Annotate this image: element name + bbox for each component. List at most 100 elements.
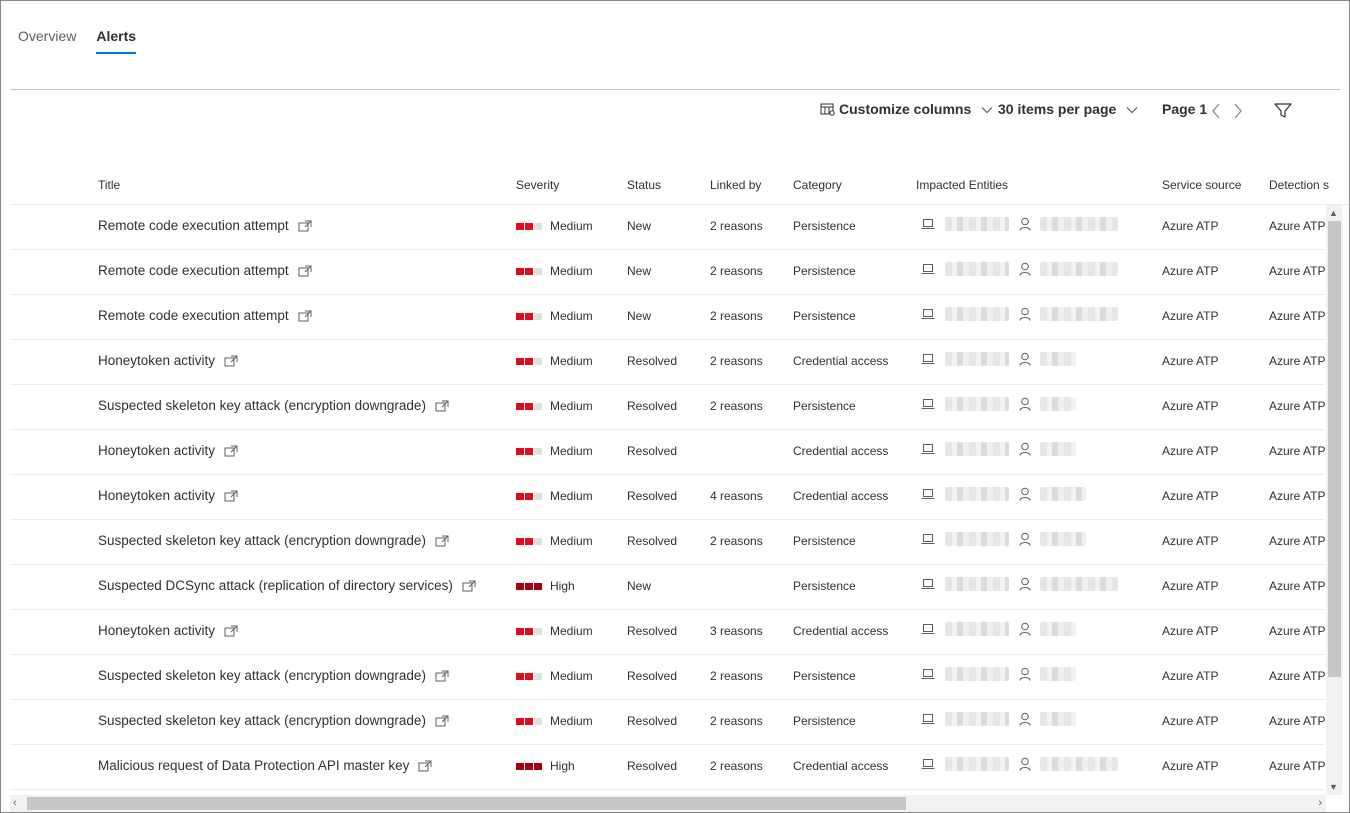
open-in-new-icon[interactable]: [298, 265, 312, 277]
open-in-new-icon[interactable]: [224, 445, 238, 457]
scroll-right-arrow-icon[interactable]: ›: [1318, 797, 1322, 809]
alert-title-cell[interactable]: Suspected skeleton key attack (encryptio…: [98, 398, 449, 413]
device-name-redacted[interactable]: [945, 667, 1009, 681]
table-row[interactable]: Honeytoken activity Medium Resolved 4 reaso…: [10, 475, 1325, 520]
alert-title-cell[interactable]: Malicious request of Data Protection API…: [98, 758, 432, 773]
horizontal-scroll-thumb[interactable]: [27, 797, 906, 810]
device-name-redacted[interactable]: [945, 352, 1009, 366]
device-name-redacted[interactable]: [945, 307, 1009, 321]
table-row[interactable]: Honeytoken activity Medium Resolved Credent…: [10, 430, 1325, 475]
table-row[interactable]: Remote code execution attempt Medium New 2 …: [10, 295, 1325, 340]
alert-title-link[interactable]: Honeytoken activity: [98, 443, 215, 458]
alert-title-cell[interactable]: Honeytoken activity: [98, 488, 238, 503]
next-page-button[interactable]: [1233, 103, 1243, 119]
table-row[interactable]: Remote code execution attempt Medium New 2 …: [10, 205, 1325, 250]
scroll-left-arrow-icon[interactable]: ‹: [13, 797, 17, 809]
alert-title-link[interactable]: Suspected DCSync attack (replication of …: [98, 578, 453, 593]
user-name-redacted[interactable]: [1040, 307, 1118, 321]
column-header-impacted-entities[interactable]: Impacted Entities: [916, 178, 1008, 192]
user-name-redacted[interactable]: [1040, 757, 1118, 771]
linked-by-cell[interactable]: 2 reasons: [710, 534, 763, 548]
open-in-new-icon[interactable]: [224, 625, 238, 637]
previous-page-button[interactable]: [1211, 103, 1221, 119]
alert-title-cell[interactable]: Remote code execution attempt: [98, 308, 312, 323]
linked-by-cell[interactable]: 2 reasons: [710, 759, 763, 773]
table-row[interactable]: Suspected skeleton key attack (encryptio…: [10, 520, 1325, 565]
scroll-up-arrow-icon[interactable]: ▲: [1329, 208, 1338, 218]
alert-title-link[interactable]: Suspected skeleton key attack (encryptio…: [98, 398, 426, 413]
open-in-new-icon[interactable]: [435, 535, 449, 547]
linked-by-cell[interactable]: 2 reasons: [710, 354, 763, 368]
alert-title-cell[interactable]: Honeytoken activity: [98, 353, 238, 368]
table-row[interactable]: Suspected skeleton key attack (encryptio…: [10, 385, 1325, 430]
open-in-new-icon[interactable]: [435, 715, 449, 727]
alert-title-link[interactable]: Suspected skeleton key attack (encryptio…: [98, 668, 426, 683]
open-in-new-icon[interactable]: [418, 760, 432, 772]
user-name-redacted[interactable]: [1040, 262, 1118, 276]
alert-title-cell[interactable]: Remote code execution attempt: [98, 218, 312, 233]
alert-title-link[interactable]: Honeytoken activity: [98, 488, 215, 503]
device-name-redacted[interactable]: [945, 712, 1009, 726]
open-in-new-icon[interactable]: [435, 670, 449, 682]
open-in-new-icon[interactable]: [435, 400, 449, 412]
user-name-redacted[interactable]: [1040, 667, 1076, 681]
column-header-severity[interactable]: Severity: [516, 178, 559, 192]
table-row[interactable]: Honeytoken activity Medium Resolved 2 reaso…: [10, 340, 1325, 385]
alert-title-link[interactable]: Honeytoken activity: [98, 623, 215, 638]
user-name-redacted[interactable]: [1040, 712, 1076, 726]
alert-title-cell[interactable]: Suspected skeleton key attack (encryptio…: [98, 533, 449, 548]
device-name-redacted[interactable]: [945, 622, 1009, 636]
tab-alerts[interactable]: Alerts: [96, 28, 136, 54]
alert-title-link[interactable]: Malicious request of Data Protection API…: [98, 758, 409, 773]
horizontal-scrollbar[interactable]: ‹ ›: [10, 795, 1326, 812]
alert-title-cell[interactable]: Suspected skeleton key attack (encryptio…: [98, 713, 449, 728]
table-row[interactable]: Remote code execution attempt Medium New 2 …: [10, 250, 1325, 295]
alert-title-link[interactable]: Suspected skeleton key attack (encryptio…: [98, 533, 426, 548]
vertical-scrollbar[interactable]: ▲ ▼: [1326, 205, 1343, 795]
table-row[interactable]: Honeytoken activity Medium Resolved 3 reaso…: [10, 610, 1325, 655]
customize-columns-button[interactable]: Customize columns: [820, 101, 993, 117]
device-name-redacted[interactable]: [945, 397, 1009, 411]
alert-title-cell[interactable]: Honeytoken activity: [98, 443, 238, 458]
linked-by-cell[interactable]: 4 reasons: [710, 489, 763, 503]
linked-by-cell[interactable]: 2 reasons: [710, 399, 763, 413]
open-in-new-icon[interactable]: [298, 220, 312, 232]
filter-button[interactable]: [1274, 103, 1292, 119]
linked-by-cell[interactable]: 2 reasons: [710, 714, 763, 728]
device-name-redacted[interactable]: [945, 487, 1009, 501]
user-name-redacted[interactable]: [1040, 532, 1086, 546]
device-name-redacted[interactable]: [945, 757, 1009, 771]
column-header-linked-by[interactable]: Linked by: [710, 178, 761, 192]
linked-by-cell[interactable]: 3 reasons: [710, 624, 763, 638]
alert-title-link[interactable]: Suspected skeleton key attack (encryptio…: [98, 713, 426, 728]
alert-title-cell[interactable]: Honeytoken activity: [98, 623, 238, 638]
items-per-page-dropdown[interactable]: 30 items per page: [998, 101, 1138, 117]
alert-title-link[interactable]: Honeytoken activity: [98, 353, 215, 368]
user-name-redacted[interactable]: [1040, 442, 1076, 456]
tab-overview[interactable]: Overview: [18, 28, 76, 54]
column-header-status[interactable]: Status: [627, 178, 661, 192]
alert-title-link[interactable]: Remote code execution attempt: [98, 218, 289, 233]
user-name-redacted[interactable]: [1040, 352, 1076, 366]
open-in-new-icon[interactable]: [298, 310, 312, 322]
device-name-redacted[interactable]: [945, 532, 1009, 546]
open-in-new-icon[interactable]: [462, 580, 476, 592]
device-name-redacted[interactable]: [945, 262, 1009, 276]
linked-by-cell[interactable]: 2 reasons: [710, 669, 763, 683]
user-name-redacted[interactable]: [1040, 577, 1118, 591]
device-name-redacted[interactable]: [945, 442, 1009, 456]
user-name-redacted[interactable]: [1040, 397, 1076, 411]
column-header-service-source[interactable]: Service source: [1162, 178, 1241, 192]
column-header-category[interactable]: Category: [793, 178, 842, 192]
column-header-title[interactable]: Title: [98, 178, 120, 192]
user-name-redacted[interactable]: [1040, 217, 1118, 231]
alert-title-link[interactable]: Remote code execution attempt: [98, 308, 289, 323]
alert-title-cell[interactable]: Suspected DCSync attack (replication of …: [98, 578, 476, 593]
table-row[interactable]: Suspected DCSync attack (replication of …: [10, 565, 1325, 610]
table-row[interactable]: Malicious request of Data Protection API…: [10, 745, 1325, 790]
table-row[interactable]: Suspected skeleton key attack (encryptio…: [10, 655, 1325, 700]
user-name-redacted[interactable]: [1040, 622, 1076, 636]
device-name-redacted[interactable]: [945, 217, 1009, 231]
vertical-scroll-thumb[interactable]: [1328, 221, 1341, 677]
linked-by-cell[interactable]: 2 reasons: [710, 219, 763, 233]
